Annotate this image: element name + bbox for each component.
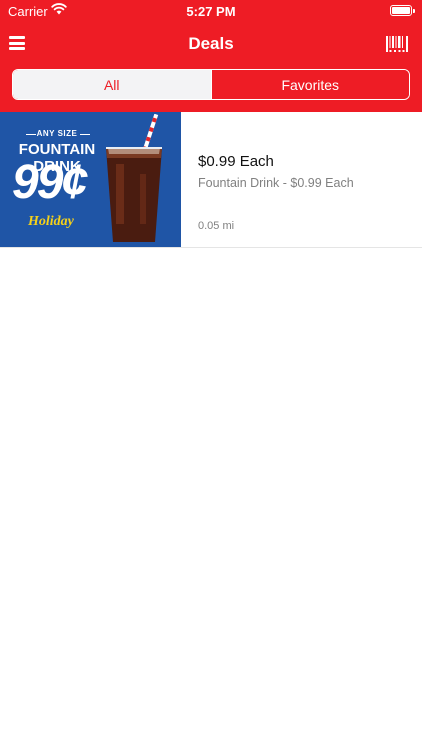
- status-time: 5:27 PM: [186, 4, 236, 19]
- app-header: Carrier 5:27 PM Deals All Favorites: [0, 0, 422, 112]
- navigation-bar: Deals: [0, 22, 422, 66]
- tab-favorites[interactable]: Favorites: [210, 70, 409, 99]
- deal-image: ANY SIZE FOUNTAIN DRINK 99¢ Holiday: [0, 112, 181, 247]
- deal-list-item[interactable]: ANY SIZE FOUNTAIN DRINK 99¢ Holiday $0.9…: [0, 112, 422, 248]
- deal-subtitle: Fountain Drink - $0.99 Each: [198, 176, 354, 190]
- status-bar: Carrier 5:27 PM: [0, 0, 422, 22]
- deal-image-tagline: ANY SIZE: [36, 129, 78, 138]
- tab-all[interactable]: All: [13, 70, 211, 99]
- fountain-cup-illustration: [106, 114, 162, 242]
- barcode-icon: [386, 36, 408, 52]
- brand-logo: Holiday: [28, 214, 74, 229]
- page-title: Deals: [188, 34, 234, 53]
- deals-filter-tabs: All Favorites: [12, 69, 410, 100]
- deal-title: $0.99 Each: [198, 153, 274, 170]
- deal-image-price: 99¢: [12, 156, 88, 209]
- battery-icon: [390, 5, 415, 16]
- deal-distance: 0.05 mi: [198, 220, 235, 232]
